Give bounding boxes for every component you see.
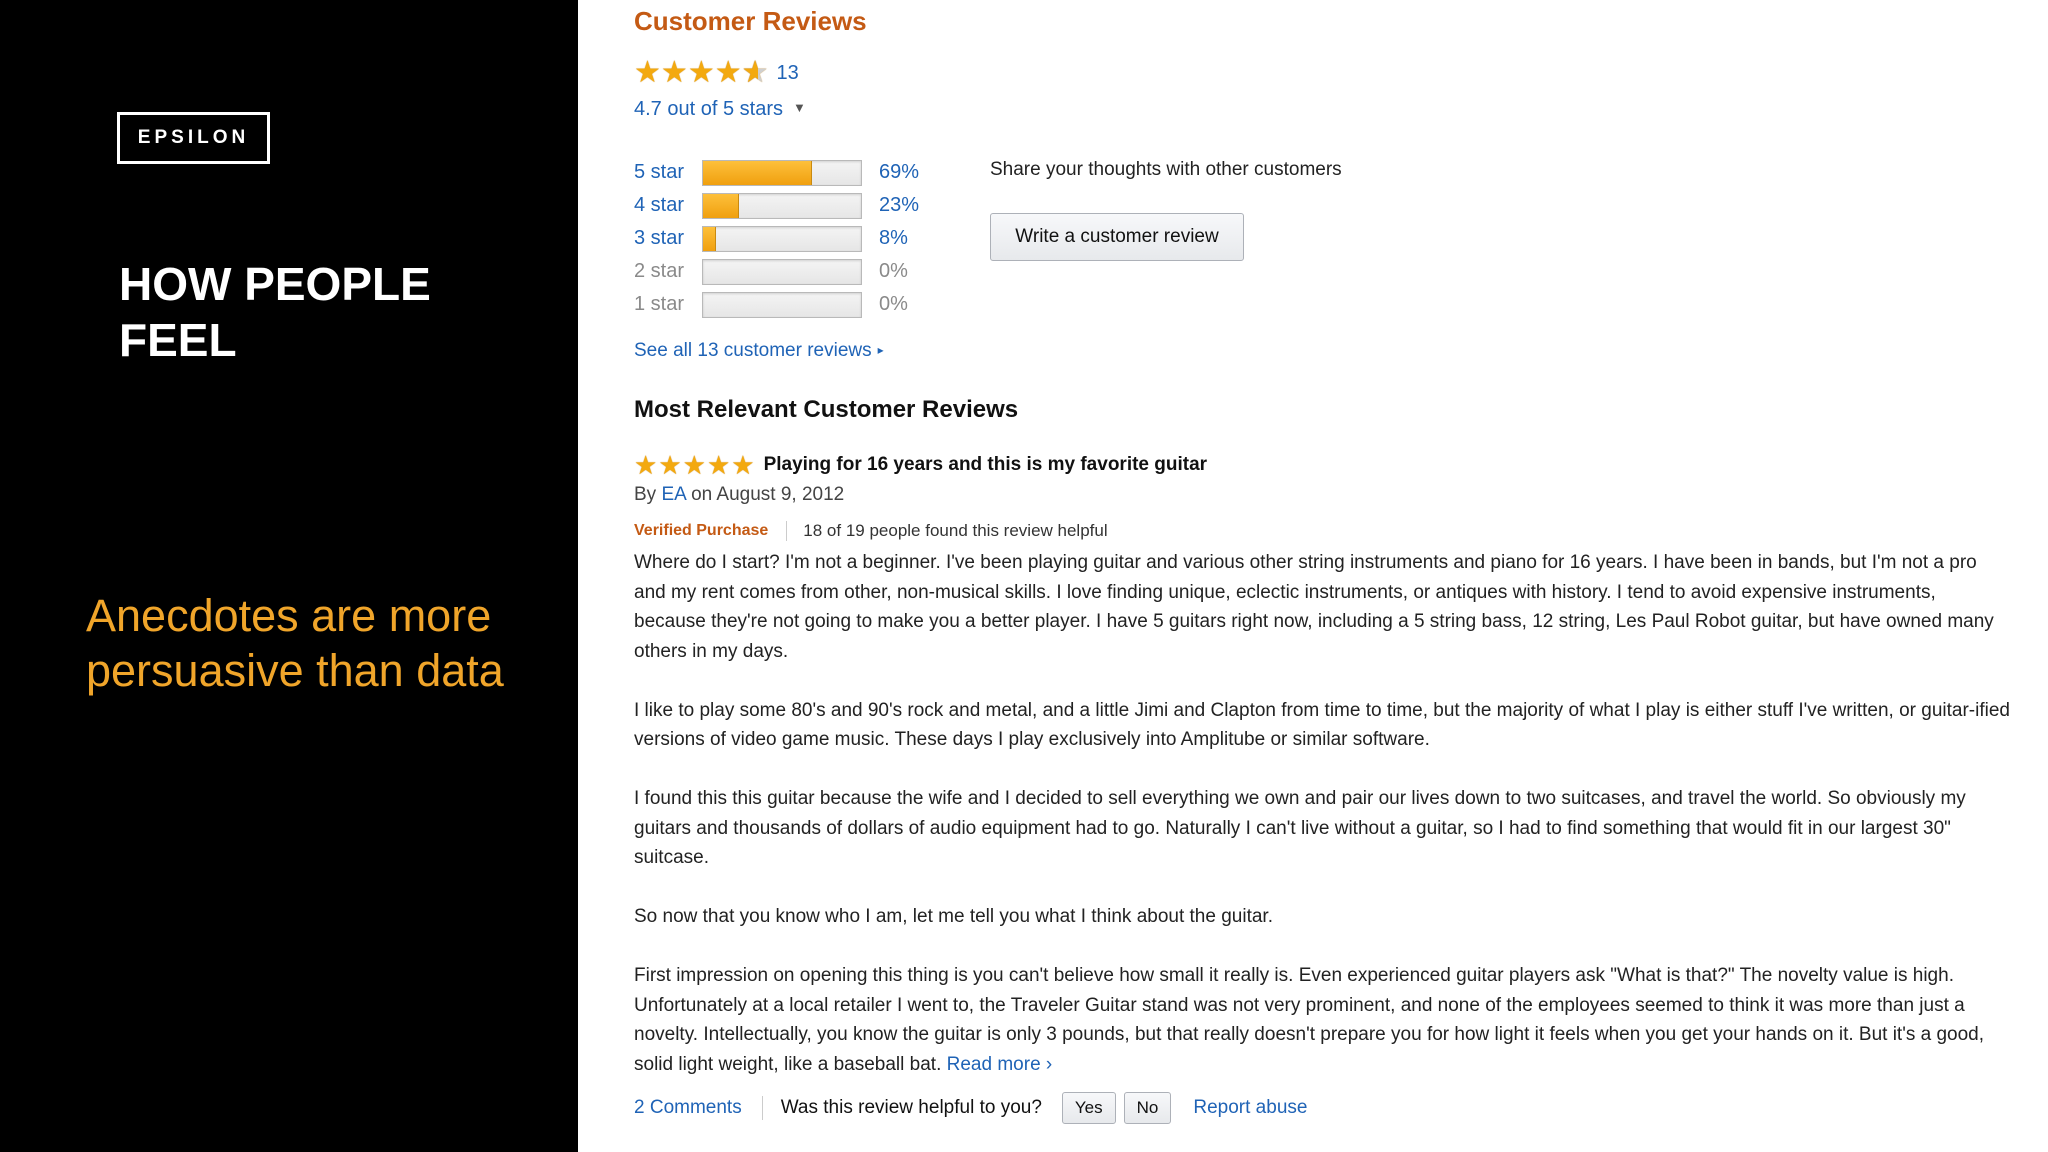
review-paragraph: Where do I start? I'm not a beginner. I'… — [634, 552, 1994, 662]
histogram-row-5[interactable]: 5 star 69% — [634, 156, 939, 189]
star-icon: ★ — [634, 450, 658, 480]
review-meta: Verified Purchase 18 of 19 people found … — [634, 521, 1108, 541]
histogram-percent: 23% — [879, 194, 920, 216]
report-abuse-link[interactable]: Report abuse — [1193, 1097, 1307, 1119]
share-thoughts-text: Share your thoughts with other customers — [990, 159, 1342, 180]
customer-reviews-title: Customer Reviews — [634, 6, 867, 36]
overall-rating-stars[interactable]: ★ ★ ★ ★ ★ ★ 13 — [634, 58, 799, 88]
divider — [786, 521, 788, 541]
review-date: on August 9, 2012 — [691, 484, 845, 505]
histogram-label: 5 star — [634, 161, 685, 183]
star-icon: ★ — [682, 450, 706, 480]
histogram-percent: 0% — [879, 260, 908, 282]
review-author-link[interactable]: EA — [661, 484, 685, 505]
histogram-row-2: 2 star 0% — [634, 255, 939, 288]
rating-count-link[interactable]: 13 — [777, 62, 799, 85]
helpful-question: Was this review helpful to you? — [780, 1097, 1042, 1118]
histogram-bar-fill — [703, 160, 813, 185]
star-icon: ★ — [687, 56, 715, 89]
comments-link[interactable]: 2 Comments — [634, 1097, 742, 1119]
rating-summary-dropdown[interactable]: 4.7 out of 5 stars ▼ — [634, 98, 806, 121]
write-review-button[interactable]: Write a customer review — [990, 213, 1244, 261]
see-all-reviews-link[interactable]: See all 13 customer reviews ▸ — [634, 340, 884, 362]
see-all-reviews-text: See all 13 customer reviews — [634, 340, 872, 361]
review-paragraph: I found this this guitar because the wif… — [634, 788, 1966, 868]
star-icon: ★ — [731, 450, 755, 480]
histogram-row-3[interactable]: 3 star 8% — [634, 222, 939, 255]
review-title-link[interactable]: Playing for 16 years and this is my favo… — [764, 454, 1208, 476]
review-paragraph-text: First impression on opening this thing i… — [634, 965, 1985, 1075]
verified-purchase-badge: Verified Purchase — [634, 522, 769, 539]
review-header: ★ ★ ★ ★ ★ Playing for 16 years and this … — [634, 450, 1207, 480]
star-icon: ★ — [714, 56, 742, 89]
helpful-count: 18 of 19 people found this review helpfu… — [803, 521, 1108, 540]
chevron-right-icon: ▸ — [877, 343, 884, 357]
most-relevant-title: Most Relevant Customer Reviews — [634, 396, 1019, 423]
histogram-row-1: 1 star 0% — [634, 288, 939, 321]
histogram-label: 4 star — [634, 194, 685, 216]
histogram-bar-fill — [703, 226, 716, 251]
histogram-bar — [702, 225, 862, 252]
half-star-icon: ★ ★ — [741, 56, 769, 89]
histogram-label: 1 star — [634, 293, 685, 315]
review-body: Where do I start? I'm not a beginner. I'… — [634, 548, 2012, 1079]
slide-headline: HOW PEOPLE FEEL — [119, 258, 431, 366]
byline-prefix: By — [634, 484, 657, 505]
review-paragraph: So now that you know who I am, let me te… — [634, 906, 1273, 927]
epsilon-logo: EPSILON — [117, 112, 270, 164]
histogram-bar-fill — [703, 193, 740, 218]
star-icon: ★ — [706, 450, 731, 480]
review-paragraph: I like to play some 80's and 90's rock a… — [634, 699, 2010, 751]
star-icon: ★ — [658, 450, 682, 480]
read-more-link[interactable]: Read more › — [947, 1054, 1053, 1075]
histogram-row-4[interactable]: 4 star 23% — [634, 189, 939, 222]
slide-left-panel: EPSILON HOW PEOPLE FEEL Anecdotes are mo… — [0, 0, 578, 1152]
histogram-bar — [702, 258, 862, 285]
rating-histogram: 5 star 69% 4 star 23% 3 star 8% 2 star 0… — [634, 156, 939, 321]
histogram-bar — [702, 192, 862, 219]
star-icon: ★ — [660, 56, 688, 89]
review-paragraph-last: First impression on opening this thing i… — [634, 961, 2012, 1079]
review-footer: 2 Comments Was this review helpful to yo… — [634, 1092, 1307, 1124]
divider — [761, 1096, 763, 1120]
histogram-bar — [702, 291, 862, 318]
histogram-percent: 69% — [879, 161, 920, 183]
slide-tagline: Anecdotes are more persuasive than data — [86, 590, 504, 696]
histogram-label: 3 star — [634, 227, 685, 249]
helpful-no-button[interactable]: No — [1123, 1092, 1172, 1124]
review-byline: By EA on August 9, 2012 — [634, 484, 844, 506]
histogram-bar — [702, 159, 862, 186]
star-icon: ★ — [634, 56, 661, 89]
histogram-percent: 8% — [879, 227, 908, 249]
caret-down-icon: ▼ — [792, 100, 806, 115]
histogram-label: 2 star — [634, 260, 685, 282]
histogram-percent: 0% — [879, 293, 908, 315]
helpful-yes-button[interactable]: Yes — [1061, 1092, 1116, 1124]
rating-summary-text: 4.7 out of 5 stars — [634, 98, 783, 120]
review-screenshot-panel: Customer Reviews ★ ★ ★ ★ ★ ★ 13 4.7 out o… — [578, 0, 2048, 1152]
